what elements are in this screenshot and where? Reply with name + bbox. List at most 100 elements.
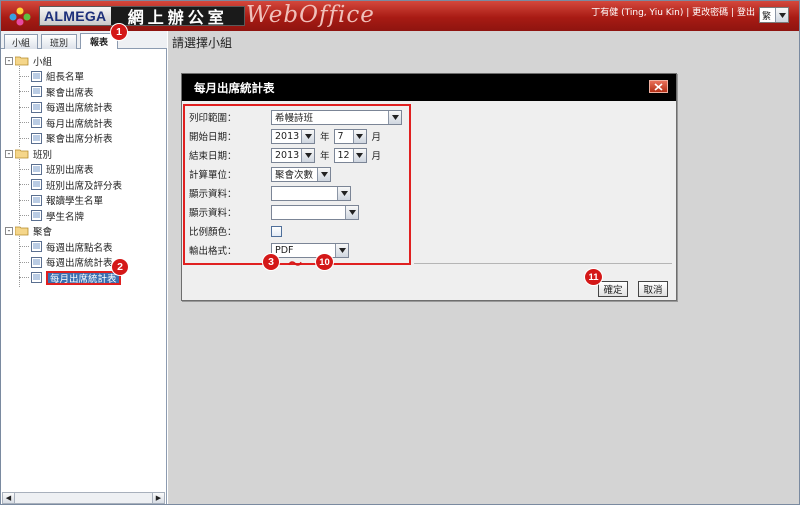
- start-year-select[interactable]: 2013: [271, 128, 315, 144]
- report-icon: [31, 70, 42, 82]
- tree-item[interactable]: 聚會出席分析表: [5, 131, 165, 147]
- select-value: 聚會次數: [275, 170, 314, 181]
- close-button[interactable]: [649, 80, 668, 93]
- print-range-row: 列印範圍： 希幔詩班: [189, 109, 402, 125]
- tree-item[interactable]: 學生名牌: [5, 208, 165, 224]
- page-title: 請選擇小組: [172, 36, 233, 50]
- tree-group-label: 班別: [33, 149, 53, 161]
- tree-item-label: 組長名單: [46, 72, 85, 84]
- scroll-right-icon[interactable]: ▶: [152, 493, 164, 503]
- tree-item[interactable]: 班別出席及評分表: [5, 177, 165, 193]
- field-label: 計算單位：: [189, 170, 237, 181]
- tab-bar: 小組 班別 報表: [1, 31, 167, 49]
- chevron-down-icon: [301, 148, 314, 162]
- left-panel: 小組 班別 報表 1 - 小組 組長名單 聚會出席表 每週出席統計表 每月出席統…: [1, 24, 167, 504]
- tree-group-class[interactable]: - 班別: [5, 146, 165, 162]
- field-label: 列印範圍：: [189, 113, 237, 124]
- report-icon: [31, 132, 42, 144]
- scroll-left-icon[interactable]: ◀: [3, 493, 15, 503]
- chevron-down-icon: [388, 110, 401, 124]
- tree-item-label: 班別出席及評分表: [46, 180, 123, 192]
- tree-item[interactable]: 每週出席統計表: [5, 255, 165, 271]
- chevron-down-icon: [337, 186, 350, 200]
- horizontal-scrollbar[interactable]: ◀ ▶: [2, 492, 165, 504]
- app-title: WebOffice: [246, 2, 375, 28]
- report-icon: [31, 179, 42, 191]
- user-name: 丁有健 (Ting, Yiu Kin): [591, 8, 684, 18]
- year-unit: 年: [320, 151, 330, 162]
- tree-item-label: 每週出席點名表: [46, 242, 113, 254]
- end-month-select[interactable]: 12: [333, 147, 367, 163]
- tree-group-label: 小組: [33, 56, 53, 68]
- tree-item-label: 每月出席統計表: [46, 118, 113, 130]
- chevron-down-icon: [775, 8, 788, 22]
- month-unit: 月: [371, 151, 382, 162]
- display-data-select-1[interactable]: [271, 185, 351, 201]
- print-range-select[interactable]: 希幔詩班: [271, 109, 402, 125]
- tree-item[interactable]: 每月出席統計表: [5, 115, 165, 131]
- language-select[interactable]: 繁: [759, 7, 789, 23]
- folder-icon: [15, 56, 29, 66]
- field-label: 顯示資料：: [189, 208, 237, 219]
- year-unit: 年: [320, 132, 330, 143]
- field-label: 結束日期：: [189, 151, 237, 162]
- tree-item-selected[interactable]: 每月出席統計表: [5, 270, 165, 286]
- report-dialog: 每月出席統計表 列印範圍： 希幔詩班 開始日期： 2013 年 7 月 結束日期…: [181, 73, 677, 301]
- tree-item[interactable]: 每週出席統計表: [5, 100, 165, 116]
- calc-unit-select[interactable]: 聚會次數: [271, 166, 331, 182]
- month-unit: 月: [371, 132, 382, 143]
- select-value: 2013: [275, 149, 300, 161]
- chevron-down-icon: [352, 148, 366, 162]
- tree-item[interactable]: 聚會出席表: [5, 84, 165, 100]
- chevron-down-icon: [317, 167, 330, 181]
- start-month-select[interactable]: 7: [333, 128, 367, 144]
- report-icon: [31, 163, 42, 175]
- step-badge-11: 11: [585, 269, 602, 285]
- tree-item[interactable]: 每週出席點名表: [5, 239, 165, 255]
- display-data-select-2[interactable]: [271, 204, 359, 220]
- tree-item-label: 每月出席統計表: [46, 270, 121, 285]
- tree-group-group[interactable]: - 小組: [5, 53, 165, 69]
- report-tree: - 小組 組長名單 聚會出席表 每週出席統計表 每月出席統計表 聚會出席分析表 …: [5, 53, 165, 287]
- field-label: 開始日期：: [189, 132, 237, 143]
- tree-group-meeting[interactable]: - 聚會: [5, 224, 165, 240]
- cancel-button[interactable]: 取消: [638, 281, 668, 297]
- tab-class[interactable]: 班別: [41, 34, 77, 49]
- link-separator: |: [686, 8, 690, 18]
- tree-item-label: 報讀學生名單: [46, 196, 104, 208]
- change-password-link[interactable]: 更改密碼: [692, 8, 728, 18]
- tree-item-label: 班別出席表: [46, 165, 94, 177]
- step-range-tilde: ～: [288, 257, 302, 273]
- tree-item-label: 學生名牌: [46, 211, 85, 223]
- report-icon: [31, 86, 42, 98]
- collapse-icon[interactable]: -: [5, 227, 13, 236]
- report-icon: [31, 210, 42, 222]
- tree-item[interactable]: 報讀學生名單: [5, 193, 165, 209]
- ratio-color-checkbox[interactable]: [271, 225, 282, 237]
- tree-group-label: 聚會: [33, 227, 53, 239]
- logo-icon: [9, 7, 31, 26]
- tree-item-label: 聚會出席分析表: [46, 134, 113, 146]
- folder-icon: [15, 226, 29, 236]
- tree-item-label: 每週出席統計表: [46, 258, 113, 270]
- report-icon: [31, 241, 42, 253]
- report-icon: [31, 256, 42, 268]
- report-icon: [31, 272, 42, 284]
- logout-link[interactable]: 登出: [737, 8, 755, 18]
- ok-button[interactable]: 確定: [598, 281, 628, 297]
- user-links: 丁有健 (Ting, Yiu Kin) | 更改密碼 | 登出: [591, 5, 755, 18]
- tree-item[interactable]: 班別出席表: [5, 162, 165, 178]
- chevron-down-icon: [345, 205, 358, 219]
- tree-item[interactable]: 組長名單: [5, 69, 165, 85]
- tab-group[interactable]: 小組: [4, 34, 38, 49]
- collapse-icon[interactable]: -: [5, 149, 13, 158]
- end-year-select[interactable]: 2013: [271, 147, 315, 163]
- tree-item-label: 聚會出席表: [46, 87, 94, 99]
- collapse-icon[interactable]: -: [5, 56, 13, 65]
- step-badge-3: 3: [263, 254, 279, 270]
- main-panel: 請選擇小組 每月出席統計表 列印範圍： 希幔詩班 開始日期： 2013 年 7 …: [168, 31, 799, 504]
- step-badge-2: 2: [112, 259, 128, 275]
- output-format-select[interactable]: PDF: [271, 242, 349, 258]
- form-fields: 列印範圍： 希幔詩班 開始日期： 2013 年 7 月 結束日期： 2013 年…: [183, 104, 411, 265]
- field-label: 比例顏色：: [189, 227, 237, 238]
